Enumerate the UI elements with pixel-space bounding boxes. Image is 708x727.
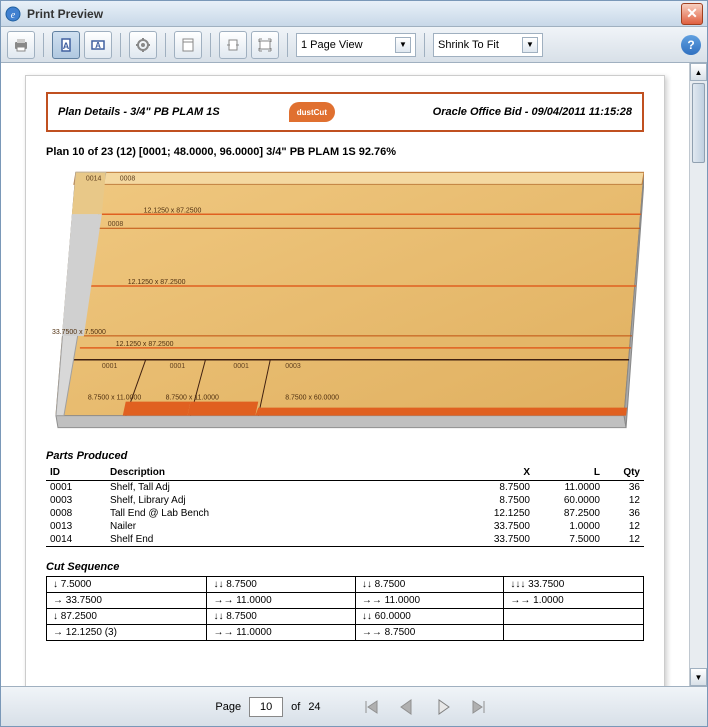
svg-text:A: A <box>63 41 70 51</box>
header-right: Oracle Office Bid - 09/04/2011 11:15:28 <box>345 106 632 118</box>
col-x: X <box>464 465 534 481</box>
table-row: 0001Shelf, Tall Adj8.750011.000036 <box>46 481 644 495</box>
col-desc: Description <box>106 465 464 481</box>
svg-text:A: A <box>95 41 101 50</box>
svg-text:0008: 0008 <box>108 221 124 228</box>
page-scroll[interactable]: Plan Details - 3/4" PB PLAM 1S dustCut O… <box>1 63 689 686</box>
toolbar-divider <box>424 33 425 57</box>
landscape-button[interactable]: A <box>84 31 112 59</box>
svg-text:0003: 0003 <box>285 363 301 370</box>
svg-text:8.7500 x 11.0000: 8.7500 x 11.0000 <box>166 395 219 402</box>
help-button[interactable]: ? <box>681 35 701 55</box>
last-page-button[interactable] <box>465 694 493 720</box>
logo-icon: dustCut <box>289 102 335 122</box>
plan-info: Plan 10 of 23 (12) [0001; 48.0000, 96.00… <box>46 146 644 158</box>
col-id: ID <box>46 465 106 481</box>
col-qty: Qty <box>604 465 644 481</box>
zoom-select[interactable]: Shrink To Fit ▼ <box>433 33 543 57</box>
print-button[interactable] <box>7 31 35 59</box>
cut-sequence-title: Cut Sequence <box>46 561 644 573</box>
scroll-thumb[interactable] <box>692 83 705 163</box>
header-left: Plan Details - 3/4" PB PLAM 1S <box>58 106 279 118</box>
print-preview-window: e Print Preview ✕ A A 1 Pag <box>0 0 708 727</box>
svg-text:33.7500 x 7.5000: 33.7500 x 7.5000 <box>52 329 106 336</box>
page-preview: Plan Details - 3/4" PB PLAM 1S dustCut O… <box>25 75 665 686</box>
zoom-label: Shrink To Fit <box>438 39 516 51</box>
svg-text:0001: 0001 <box>170 363 186 370</box>
svg-text:8.7500 x 11.0000: 8.7500 x 11.0000 <box>88 395 141 402</box>
table-row: 0013Nailer33.75001.000012 <box>46 520 644 533</box>
fit-width-button[interactable] <box>219 31 247 59</box>
svg-text:0001: 0001 <box>102 363 118 370</box>
vertical-scrollbar[interactable]: ▲ ▼ <box>689 63 707 686</box>
col-l: L <box>534 465 604 481</box>
toolbar-divider <box>210 33 211 57</box>
close-button[interactable]: ✕ <box>681 3 703 25</box>
settings-button[interactable] <box>129 31 157 59</box>
table-row: 0008Tall End @ Lab Bench12.125087.250036 <box>46 507 644 520</box>
table-row: ↓ 7.5000↓↓ 8.7500↓↓ 8.7500↓↓↓ 33.7500 <box>47 577 644 593</box>
table-row: 0003Shelf, Library Adj8.750060.000012 <box>46 494 644 507</box>
svg-text:12.1250 x 87.2500: 12.1250 x 87.2500 <box>128 279 186 286</box>
page-view-select[interactable]: 1 Page View ▼ <box>296 33 416 57</box>
table-row: 0014Shelf End33.75007.500012 <box>46 533 644 547</box>
app-icon: e <box>5 6 21 22</box>
table-row: → 12.1250 (3)→→ 11.0000→→ 8.7500 <box>47 625 644 641</box>
page-view-label: 1 Page View <box>301 39 389 51</box>
document-header: Plan Details - 3/4" PB PLAM 1S dustCut O… <box>46 92 644 132</box>
scroll-down-button[interactable]: ▼ <box>690 668 707 686</box>
titlebar: e Print Preview ✕ <box>1 1 707 27</box>
portrait-button[interactable]: A <box>52 31 80 59</box>
header-footer-button[interactable] <box>174 31 202 59</box>
svg-text:e: e <box>11 10 16 21</box>
toolbar-divider <box>165 33 166 57</box>
table-row: → 33.7500→→ 11.0000→→ 11.0000→→ 1.0000 <box>47 593 644 609</box>
logo: dustCut <box>289 102 335 122</box>
scroll-track[interactable] <box>690 81 707 668</box>
of-label: of <box>291 701 300 713</box>
cut-sequence-table: ↓ 7.5000↓↓ 8.7500↓↓ 8.7500↓↓↓ 33.7500→ 3… <box>46 576 644 641</box>
toolbar-divider <box>120 33 121 57</box>
svg-text:0008: 0008 <box>120 175 136 182</box>
toolbar-divider <box>287 33 288 57</box>
total-pages: 24 <box>308 701 320 713</box>
svg-text:8.7500 x 60.0000: 8.7500 x 60.0000 <box>285 395 339 402</box>
chevron-down-icon: ▼ <box>522 37 538 53</box>
svg-text:0001: 0001 <box>233 363 249 370</box>
parts-produced-title: Parts Produced <box>46 450 644 462</box>
parts-table: ID Description X L Qty 0001Shelf, Tall A… <box>46 465 644 547</box>
scroll-up-button[interactable]: ▲ <box>690 63 707 81</box>
page-input[interactable] <box>249 697 283 717</box>
svg-text:12.1250 x 87.2500: 12.1250 x 87.2500 <box>144 207 202 214</box>
content-area: Plan Details - 3/4" PB PLAM 1S dustCut O… <box>1 63 707 686</box>
svg-text:12.1250 x 87.2500: 12.1250 x 87.2500 <box>116 341 174 348</box>
page-label: Page <box>215 701 241 713</box>
toolbar: A A 1 Page View ▼ Shrink To Fit ▼ ? <box>1 27 707 63</box>
full-page-button[interactable] <box>251 31 279 59</box>
chevron-down-icon: ▼ <box>395 37 411 53</box>
toolbar-divider <box>43 33 44 57</box>
next-page-button[interactable] <box>429 694 457 720</box>
cut-diagram: 0014 0008 12.1250 x 87.2500 0008 12.1250… <box>46 166 644 436</box>
svg-text:0014: 0014 <box>86 175 102 182</box>
window-title: Print Preview <box>27 7 681 21</box>
footer: Page of 24 <box>1 686 707 726</box>
prev-page-button[interactable] <box>393 694 421 720</box>
table-row: ↓ 87.2500↓↓ 8.7500↓↓ 60.0000 <box>47 609 644 625</box>
first-page-button[interactable] <box>357 694 385 720</box>
